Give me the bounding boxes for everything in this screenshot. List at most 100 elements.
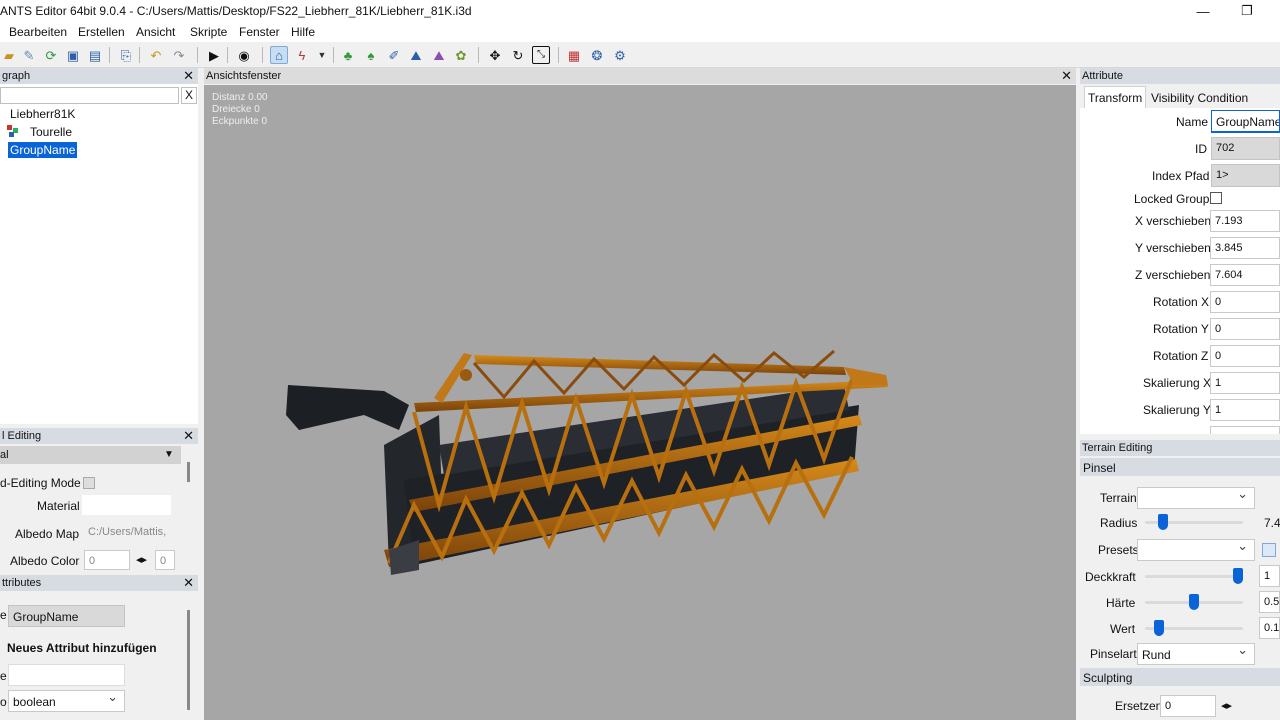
albedo-color-r-field[interactable]: 0 (84, 550, 130, 570)
presets-label: Presets (1098, 543, 1139, 557)
brush-section-header[interactable]: Pinsel (1080, 458, 1280, 476)
radius-slider-thumb[interactable] (1157, 514, 1168, 530)
rotation-x-field[interactable]: 0 (1210, 291, 1280, 313)
albedo-map-value[interactable]: C:/Users/Mattis, (88, 526, 166, 538)
scrollbar-thumb[interactable] (187, 610, 190, 710)
import-icon[interactable]: ⎘ (117, 46, 135, 64)
scrollbar-thumb[interactable] (187, 462, 190, 482)
rotation-y-label: Rotation Y (1153, 322, 1209, 336)
refresh-icon[interactable]: ⟳ (42, 46, 60, 64)
eye-icon[interactable]: ◉ (235, 46, 253, 64)
menu-fenster[interactable]: Fenster (239, 25, 280, 39)
terrain-select[interactable] (1137, 487, 1255, 509)
scale-x-field[interactable]: 1 (1210, 372, 1280, 394)
undo-icon[interactable]: ↶ (147, 46, 165, 64)
clear-filter-button[interactable]: X (181, 87, 197, 104)
maximize-button[interactable]: ❐ (1224, 0, 1270, 22)
rotation-x-label: Rotation X (1153, 295, 1210, 309)
rotation-y-field[interactable]: 0 (1210, 318, 1280, 340)
tree-node-groupname-selected[interactable]: GroupName (8, 142, 78, 158)
select-mode-icon[interactable]: ⌂ (270, 46, 288, 64)
tab-visibility-condition[interactable]: Visibility Condition (1148, 88, 1280, 108)
material-field[interactable] (82, 495, 171, 515)
z-translate-field[interactable]: 7.604 (1210, 264, 1280, 286)
close-icon[interactable]: ✕ (183, 575, 194, 590)
locked-group-label: Locked Group (1134, 192, 1210, 206)
settings-gear-icon[interactable]: ⚙ (611, 46, 629, 64)
rotation-z-field[interactable]: 0 (1210, 345, 1280, 367)
chevron-down-icon[interactable]: ▼ (313, 46, 331, 64)
x-translate-label: X verschieben (1135, 214, 1212, 228)
hardness-slider-thumb[interactable] (1189, 594, 1199, 610)
menu-skripte[interactable]: Skripte (190, 25, 227, 39)
paint-brush-icon[interactable]: ✐ (385, 46, 403, 64)
save-icon[interactable]: ▣ (64, 46, 82, 64)
edit-file-icon[interactable]: ✎ (20, 46, 38, 64)
material-editing-header: l Editing ✕ (0, 428, 198, 444)
albedo-color-g-field[interactable]: 0 (155, 550, 175, 570)
terrain-paint-icon[interactable]: ⛰ (430, 46, 448, 64)
id-label: ID (1195, 142, 1207, 156)
material-mode-select[interactable]: al ▼ (0, 446, 181, 464)
drag-arrows-icon[interactable]: ◂▸ (136, 553, 147, 566)
locked-group-checkbox[interactable] (1210, 192, 1222, 204)
x-translate-field[interactable]: 7.193 (1210, 210, 1280, 232)
scale-y-field[interactable]: 1 (1210, 399, 1280, 421)
menu-erstellen[interactable]: Erstellen (78, 25, 125, 39)
tree-node-tourelle[interactable]: Tourelle (30, 125, 72, 139)
terrain-sculpt-icon[interactable]: ⛰ (407, 46, 425, 64)
hardness-field[interactable]: 0.5 (1259, 591, 1280, 613)
editing-mode-checkbox[interactable] (83, 477, 95, 489)
attr-name-input[interactable] (8, 664, 125, 686)
save-preset-icon[interactable] (1262, 543, 1276, 557)
close-icon[interactable]: ✕ (183, 428, 194, 443)
3d-viewport[interactable]: Distanz 0.00 Dreiecke 0 Eckpunkte 0 (204, 85, 1076, 720)
scale-z-field-partial[interactable] (1210, 426, 1280, 434)
user-attributes-header: ttributes ✕ (0, 575, 198, 591)
sculpting-section-header[interactable]: Sculpting (1080, 668, 1280, 686)
close-icon[interactable]: ✕ (183, 68, 194, 83)
redo-icon[interactable]: ↷ (170, 46, 188, 64)
user-attr-node-label: e (0, 608, 7, 622)
opacity-slider[interactable] (1145, 575, 1243, 578)
scenegraph-filter-input[interactable] (0, 87, 179, 104)
minimize-button[interactable]: — (1180, 0, 1226, 22)
foliage-icon[interactable]: ✿ (452, 46, 470, 64)
value-field[interactable]: 0.1 (1259, 617, 1280, 639)
y-translate-field[interactable]: 3.845 (1210, 237, 1280, 259)
replace-field[interactable]: 0 (1160, 695, 1216, 717)
brush-type-select[interactable]: Rund (1137, 643, 1255, 665)
opacity-field[interactable]: 1 (1259, 565, 1280, 587)
menu-hilfe[interactable]: Hilfe (291, 25, 315, 39)
close-icon[interactable]: ✕ (1061, 68, 1072, 83)
menu-bearbeiten[interactable]: Bearbeiten (9, 25, 67, 39)
drag-arrows-icon[interactable]: ◂▸ (1221, 699, 1232, 712)
save-as-icon[interactable]: ▤ (86, 46, 104, 64)
scale-icon[interactable]: ⤡ (532, 46, 550, 64)
crane-jib-model[interactable] (204, 85, 1076, 720)
rotate-icon[interactable]: ↻ (509, 46, 527, 64)
opacity-slider-thumb[interactable] (1233, 568, 1244, 584)
shader-icon[interactable]: ❂ (588, 46, 606, 64)
toolbar: ▰ ✎ ⟳ ▣ ▤ ⎘ ↶ ↷ ▶ ◉ ⌂ ϟ ▼ ♣ ♠ ✐ ⛰ ⛰ ✿ ✥ … (0, 42, 1280, 68)
value-slider-thumb[interactable] (1153, 620, 1164, 636)
presets-select[interactable] (1137, 539, 1255, 561)
create-grass-icon[interactable]: ♠ (362, 46, 380, 64)
play-icon[interactable]: ▶ (205, 46, 223, 64)
radius-value[interactable]: 7.4 (1264, 516, 1280, 530)
name-input[interactable]: GroupName (1211, 110, 1280, 133)
opacity-label: Deckkraft (1085, 570, 1136, 584)
create-tree-icon[interactable]: ♣ (339, 46, 357, 64)
open-folder-icon[interactable]: ▰ (0, 46, 18, 64)
scenegraph-header: graph ✕ (0, 68, 198, 84)
material-mode-value: al (0, 449, 9, 461)
physics-tool-icon[interactable]: ϟ (293, 46, 311, 64)
attr-type-value: boolean (13, 695, 56, 709)
attr-type-select[interactable]: boolean (8, 690, 125, 712)
tree-node-liebherr81k[interactable]: Liebherr81K (10, 107, 75, 121)
tab-transform[interactable]: Transform (1084, 86, 1146, 108)
menu-ansicht[interactable]: Ansicht (136, 25, 175, 39)
move-icon[interactable]: ✥ (486, 46, 504, 64)
texture-icon[interactable]: ▦ (565, 46, 583, 64)
terrain-editing-title: Terrain Editing (1082, 442, 1153, 454)
